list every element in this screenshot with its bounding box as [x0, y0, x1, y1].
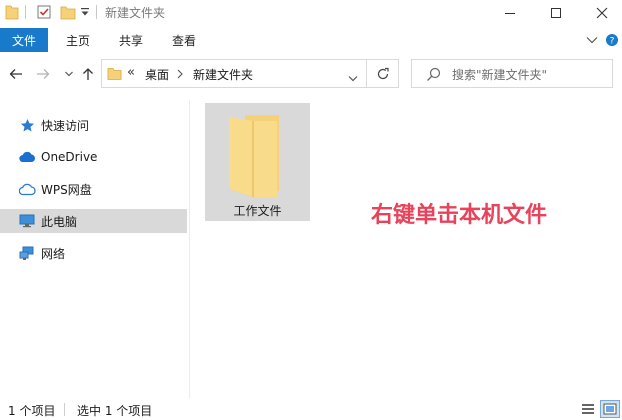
- sidebar-item-this-pc[interactable]: 此电脑: [0, 209, 187, 233]
- address-toolbar: « 桌面 新建文件夹 搜索"新建文件夹": [0, 55, 622, 95]
- navigation-pane: 快速访问 OneDrive WPS网盘 此电脑 网络: [0, 100, 190, 398]
- monitor-icon: [18, 212, 36, 230]
- sidebar-item-wps-cloud[interactable]: WPS网盘: [0, 177, 187, 201]
- close-icon: [596, 7, 608, 18]
- wps-cloud-icon: [18, 180, 36, 198]
- close-button[interactable]: [579, 0, 622, 25]
- minimize-button[interactable]: [487, 0, 533, 25]
- minimize-icon: [505, 12, 515, 14]
- breadcrumb-item-desktop[interactable]: 桌面: [145, 66, 169, 83]
- address-bar[interactable]: « 桌面 新建文件夹: [101, 59, 367, 88]
- details-view-icon: [582, 404, 594, 414]
- back-arrow-icon: [9, 69, 22, 79]
- help-icon[interactable]: ?: [605, 32, 619, 48]
- tab-share[interactable]: 共享: [119, 28, 143, 52]
- sidebar-item-label: 此电脑: [41, 214, 78, 229]
- title-bar: 新建文件夹: [0, 0, 622, 25]
- status-bar: 1 个项目 选中 1 个项目: [0, 398, 622, 420]
- forward-arrow-icon: [37, 69, 50, 79]
- breadcrumb-chevron-icon[interactable]: [177, 68, 183, 82]
- folder-icon: [107, 66, 122, 84]
- breadcrumb-item-current[interactable]: 新建文件夹: [193, 66, 253, 83]
- tab-file[interactable]: 文件: [0, 28, 48, 52]
- maximize-button[interactable]: [533, 0, 579, 25]
- svg-text:?: ?: [610, 37, 615, 47]
- forward-button[interactable]: [32, 63, 54, 85]
- new-folder-icon[interactable]: [60, 4, 76, 20]
- sidebar-item-network[interactable]: 网络: [0, 241, 187, 265]
- sidebar-item-label: WPS网盘: [41, 182, 92, 197]
- selected-count: 选中 1 个项目: [77, 404, 153, 418]
- folder-item[interactable]: 工作文件: [205, 103, 310, 221]
- up-arrow-icon: [83, 68, 93, 80]
- search-box[interactable]: 搜索"新建文件夹": [411, 59, 613, 88]
- network-icon: [18, 244, 36, 262]
- tab-home[interactable]: 主页: [66, 28, 90, 52]
- details-view-button[interactable]: [578, 400, 598, 418]
- refresh-button[interactable]: [367, 59, 399, 88]
- folder-icon: [5, 4, 19, 20]
- sidebar-item-label: 快速访问: [41, 118, 90, 133]
- ribbon-tabs: 文件 主页 共享 查看 ?: [0, 28, 622, 52]
- up-button[interactable]: [77, 63, 99, 85]
- sidebar-item-label: 网络: [41, 246, 66, 261]
- customize-dropdown-icon[interactable]: [80, 6, 90, 18]
- refresh-icon: [377, 67, 389, 79]
- properties-check-icon[interactable]: [36, 4, 52, 20]
- annotation-text: 右键单击本机文件: [371, 203, 548, 228]
- window-title: 新建文件夹: [105, 6, 166, 20]
- large-icons-view-icon: [603, 403, 617, 415]
- star-icon: [18, 116, 36, 134]
- search-placeholder: 搜索"新建文件夹": [452, 68, 548, 82]
- search-icon: [426, 67, 441, 85]
- large-icons-view-button[interactable]: [600, 400, 620, 418]
- maximize-icon: [551, 7, 561, 18]
- tab-view[interactable]: 查看: [172, 28, 196, 52]
- address-history-dropdown-icon[interactable]: [348, 71, 358, 85]
- sidebar-item-label: OneDrive: [41, 150, 98, 164]
- ribbon-expand-chevron-icon[interactable]: [586, 32, 598, 48]
- back-button[interactable]: [5, 63, 27, 85]
- item-count: 1 个项目: [8, 404, 56, 418]
- folder-icon: [225, 113, 287, 200]
- cloud-icon: [18, 148, 36, 166]
- recent-dropdown-icon: [65, 71, 73, 77]
- folder-name: 工作文件: [233, 204, 282, 218]
- sidebar-item-quick-access[interactable]: 快速访问: [0, 113, 187, 137]
- breadcrumb-overflow[interactable]: «: [127, 65, 135, 80]
- sidebar-item-onedrive[interactable]: OneDrive: [0, 145, 187, 169]
